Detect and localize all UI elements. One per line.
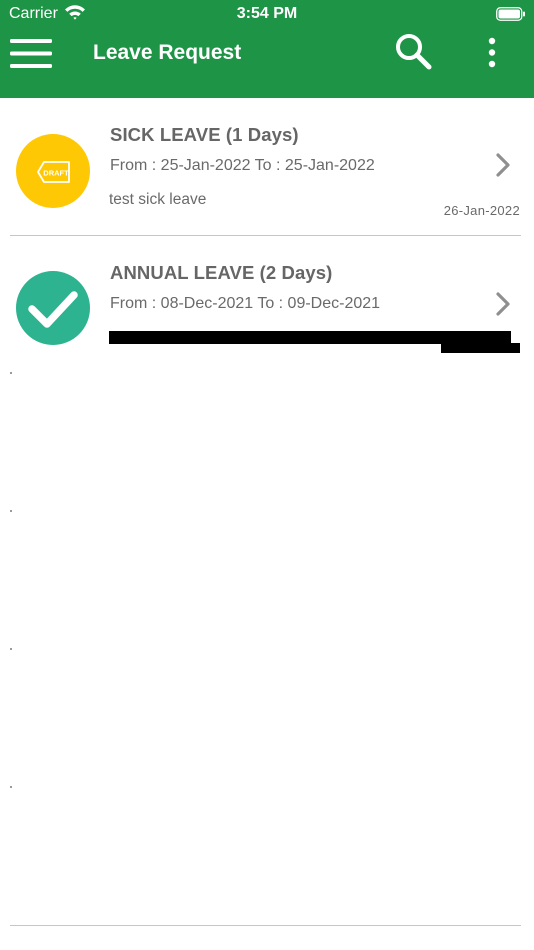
navigation-bar: Leave Request	[0, 28, 534, 98]
status-time: 3:54 PM	[236, 5, 298, 22]
chevron-right-icon[interactable]	[493, 152, 513, 178]
leave-request-item[interactable]: ANNUAL LEAVE (2 Days) From : 08-Dec-2021…	[0, 236, 534, 374]
battery-icon	[496, 7, 526, 26]
leave-created-date: 26-Jan-2022	[443, 203, 520, 218]
separator-dot	[10, 648, 12, 650]
leave-date-range: From : 08-Dec-2021 To : 09-Dec-2021	[110, 295, 381, 312]
menu-button[interactable]	[10, 39, 52, 69]
page-title: Leave Request	[93, 41, 242, 64]
draft-status-badge: DRAFT	[16, 134, 90, 208]
more-vertical-icon	[488, 37, 496, 68]
app-header: Carrier 3:54 PM Leave Request	[0, 0, 534, 98]
search-icon	[396, 34, 432, 70]
checkmark-icon	[28, 291, 78, 328]
separator-dot	[10, 786, 12, 788]
leave-type-title: ANNUAL LEAVE (2 Days)	[110, 262, 333, 283]
chevron-right-icon[interactable]	[493, 291, 513, 317]
separator-dot	[10, 510, 12, 512]
draft-tag-icon: DRAFT	[37, 161, 70, 183]
search-button[interactable]	[394, 32, 432, 70]
menu-icon	[10, 39, 52, 68]
leave-type-title: SICK LEAVE (1 Days)	[110, 124, 299, 145]
separator-dot	[10, 372, 12, 374]
approved-status-badge	[16, 271, 90, 345]
bottom-divider	[10, 925, 521, 926]
more-options-button[interactable]	[482, 36, 502, 70]
leave-reason: test sick leave	[109, 191, 207, 208]
leave-date-range: From : 25-Jan-2022 To : 25-Jan-2022	[110, 157, 375, 174]
leave-request-item[interactable]: DRAFT SICK LEAVE (1 Days) From : 25-Jan-…	[0, 98, 534, 236]
redacted-date	[441, 343, 520, 353]
status-bar: Carrier 3:54 PM	[0, 0, 534, 28]
draft-badge-label: DRAFT	[43, 169, 69, 178]
